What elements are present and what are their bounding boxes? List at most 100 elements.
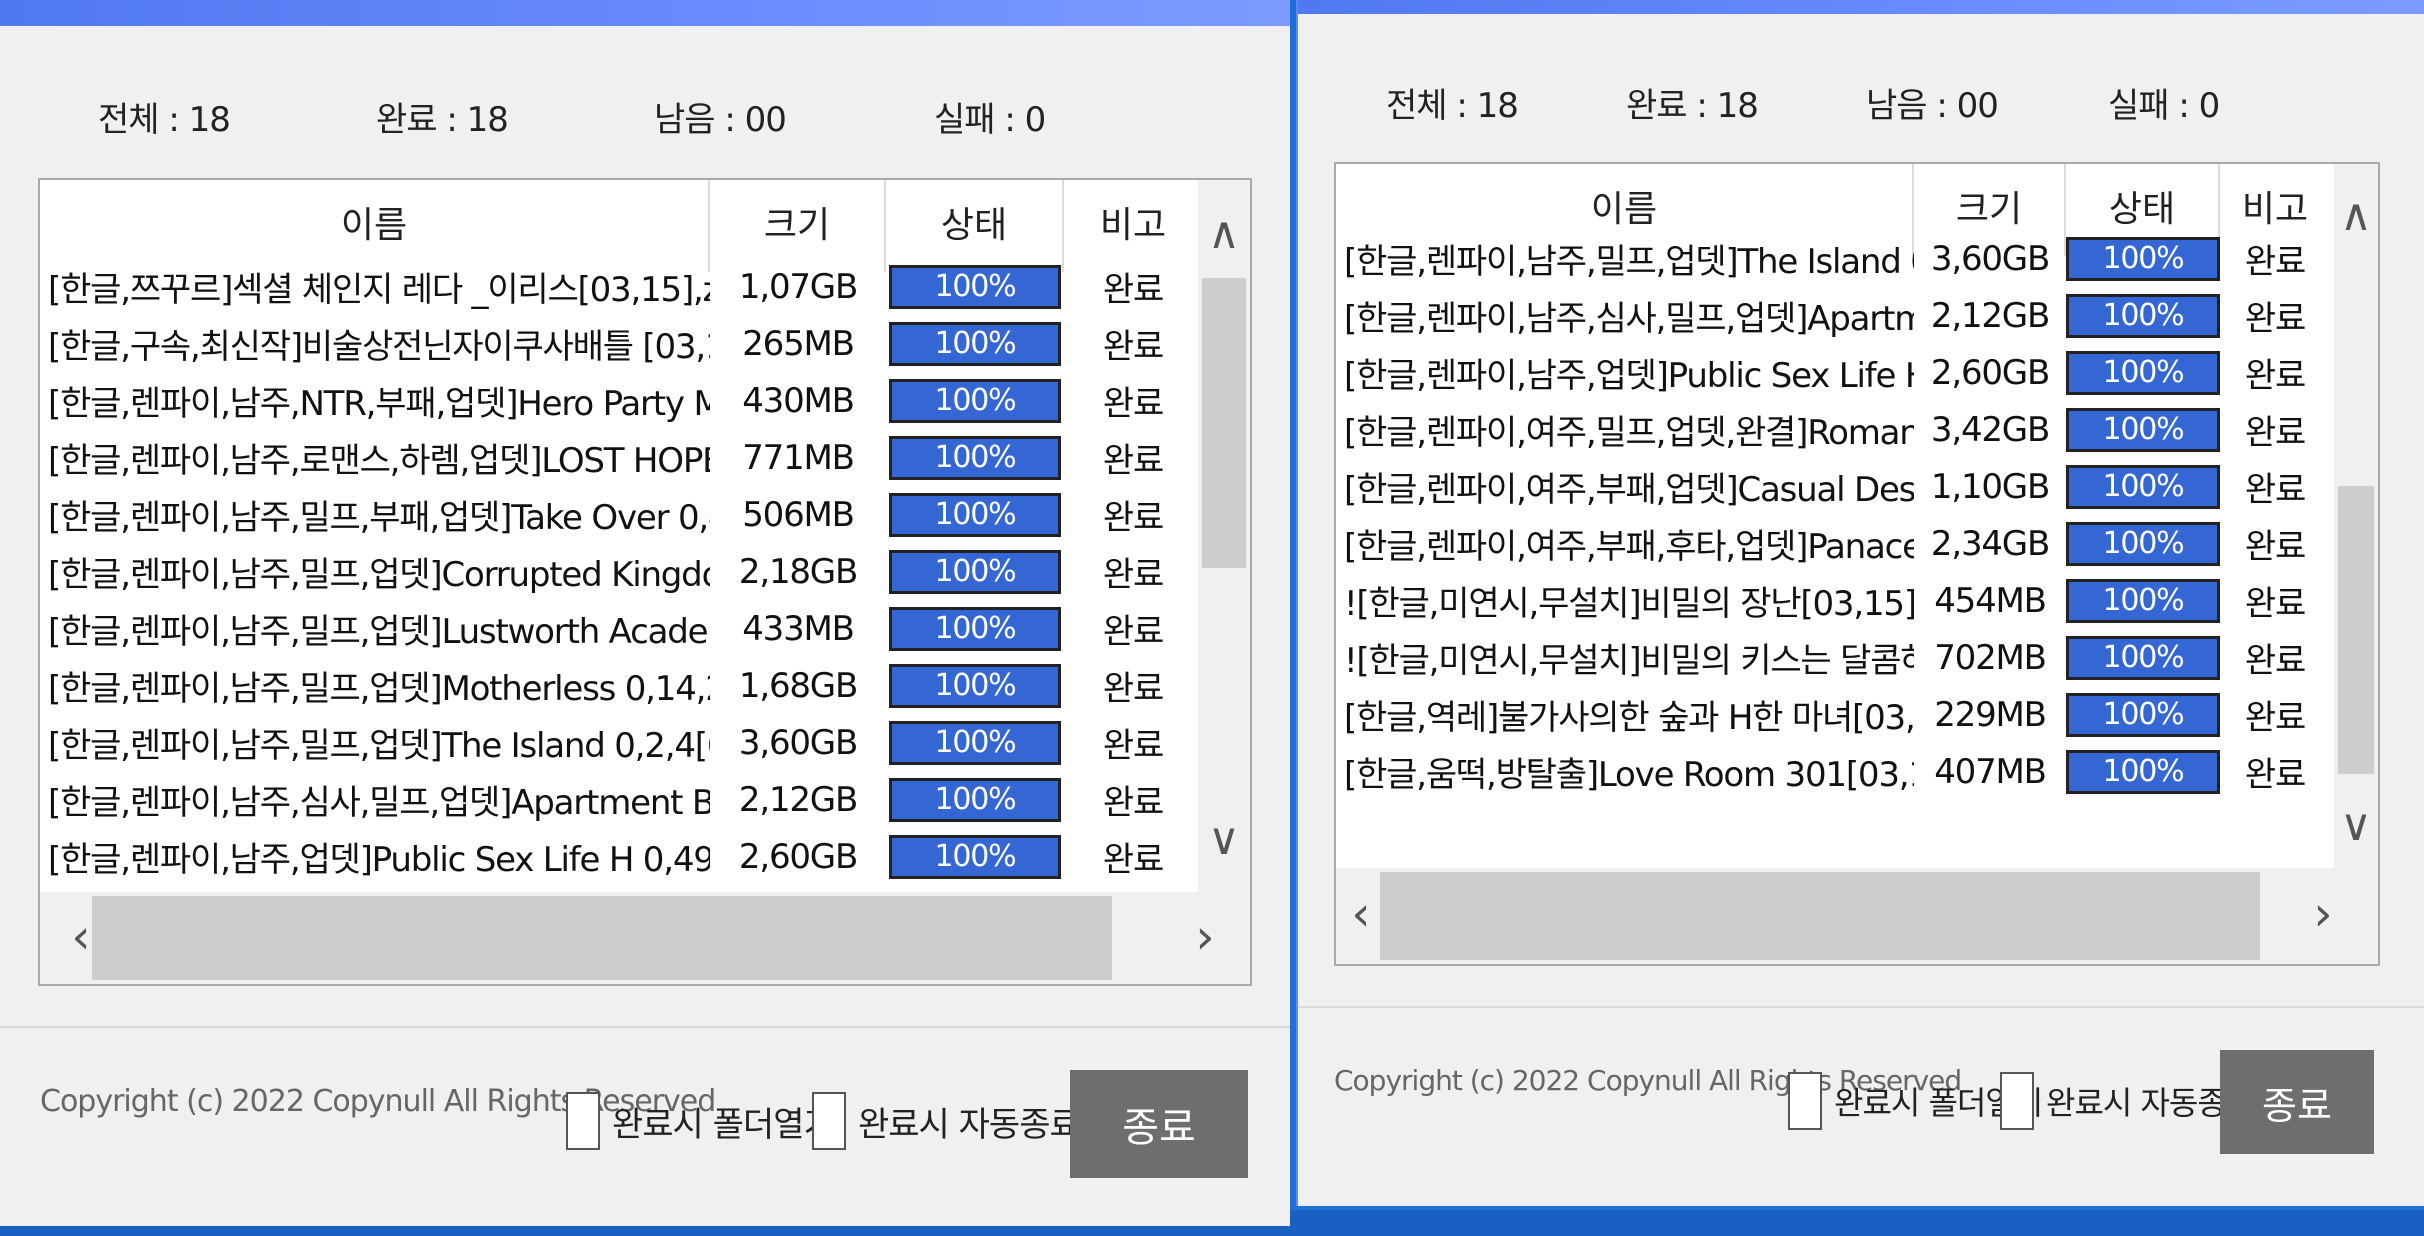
file-size: 3,60GB [738,722,858,763]
scroll-right-arrow-icon[interactable]: › [1180,892,1230,982]
file-size: 702MB [1934,637,2047,678]
progress-text: 100% [2102,240,2185,276]
stat-total: 전체 : 18 [1386,86,1519,126]
horizontal-scroll-thumb[interactable] [92,896,1112,980]
auto-exit-checkbox[interactable]: 완료시 자동종료 [2000,1072,2255,1130]
progress-bar: 100% [2066,692,2220,737]
file-size: 454MB [1934,580,2047,621]
horizontal-scroll-thumb[interactable] [1380,872,2260,960]
title-bar[interactable] [1298,0,2424,14]
table-row[interactable]: [한글,렌파이,여주,부패,후타,업뎃]Panacea 0,71[03,15],… [1336,515,2330,572]
table-row[interactable]: [한글,렌파이,남주,밀프,업뎃]Corrupted Kingdoms 0,13… [40,543,1202,600]
status-cell: 100% [886,606,1064,651]
stat-remaining: 남음 : 00 [654,100,787,140]
status-cell: 100% [886,264,1064,309]
scroll-right-arrow-icon[interactable]: › [2298,868,2348,960]
checkbox-box[interactable] [566,1092,600,1150]
table-row[interactable]: [한글,렌파이,남주,로맨스,하렘,업뎃]LOST HOPE 0,051[03,… [40,429,1202,486]
horizontal-scrollbar[interactable]: ‹ › [40,892,1250,984]
progress-bar: 100% [889,663,1061,708]
table-row[interactable]: [한글,움떡,방탈출]Love Room 301[03,15][강추 갓겜],z… [1336,743,2330,800]
note-cell: 완료 [2244,413,2306,453]
file-size: 506MB [742,494,855,535]
stat-done: 완료 : 18 [1626,86,1759,126]
progress-bar: 100% [889,492,1061,537]
file-size: 2,34GB [1930,523,2050,564]
exit-button[interactable]: 종료 [1070,1070,1248,1178]
table-row[interactable]: [한글,렌파이,남주,NTR,부패,업뎃]Hero Party Must Fal… [40,372,1202,429]
open-folder-checkbox[interactable]: 완료시 폴더열기 [566,1092,835,1150]
table-row[interactable]: [한글,렌파이,남주,밀프,업뎃]Lustworth Academy 0,2,1… [40,600,1202,657]
table-row[interactable]: [한글,렌파이,남주,밀프,업뎃]The Island 0,2,4[03,15]… [40,714,1202,771]
note-cell: 완료 [2244,527,2306,567]
stat-total: 전체 : 18 [98,100,231,140]
progress-bar: 100% [889,378,1061,423]
file-name: [한글,렌파이,남주,밀프,부패,업뎃]Take Over 0,47[03,15… [48,498,710,538]
note-cell: 완료 [2244,356,2306,396]
download-list[interactable]: 이름 크기 상태 비고 [한글,렌파이,남주,밀프,업뎃]The Island … [1334,162,2380,966]
note-cell: 완료 [1102,555,1164,595]
vertical-scroll-thumb[interactable] [2338,486,2374,774]
scroll-up-arrow-icon[interactable]: ∧ [2334,190,2378,242]
scroll-up-arrow-icon[interactable]: ∧ [1198,208,1250,260]
note-cell: 완료 [1102,669,1164,709]
progress-text: 100% [2102,411,2185,447]
table-row[interactable]: [한글,렌파이,남주,밀프,업뎃]Motherless 0,14,2,0[03,… [40,657,1202,714]
auto-exit-checkbox[interactable]: 완료시 자동종료 [812,1092,1081,1150]
table-row[interactable]: [한글,렌파이,남주,밀프,업뎃]The Island 0,2,4[03,15]… [1336,230,2330,287]
table-row[interactable]: [한글,렌파이,남주,업뎃]Public Sex Life H 0,49[03,… [40,828,1202,885]
progress-text: 100% [2102,639,2185,675]
horizontal-scrollbar[interactable]: ‹ › [1336,868,2378,964]
status-cell: 100% [2066,236,2220,281]
file-size: 2,60GB [738,836,858,877]
table-row[interactable]: [한글,렌파이,남주,밀프,부패,업뎃]Take Over 0,47[03,15… [40,486,1202,543]
checkbox-box[interactable] [1788,1072,1822,1130]
scroll-left-arrow-icon[interactable]: ‹ [1336,868,1386,960]
table-row[interactable]: [한글,쯔꾸르]섹셜 체인지 레다 _이리스[03,15],zip,ezc 1,0… [40,258,1202,315]
scroll-down-arrow-icon[interactable]: ∨ [2334,800,2378,852]
status-cell: 100% [2066,464,2220,509]
note-cell: 완료 [2244,584,2306,624]
status-cell: 100% [2066,692,2220,737]
open-folder-label: 완료시 폴더열기 [612,1104,835,1145]
table-row[interactable]: [한글,역레]불가사의한 숲과 H한 마녀[03,15],zip,ezc 229M… [1336,686,2330,743]
list-rows: [한글,쯔꾸르]섹셜 체인지 레다 _이리스[03,15],zip,ezc 1,0… [40,258,1202,885]
file-size: 1,10GB [1930,466,2050,507]
status-cell: 100% [886,378,1064,423]
file-size: 771MB [742,437,855,478]
file-size: 265MB [742,323,855,364]
table-row[interactable]: ![한글,미연시,무설치]비밀의 키스는 달콤하고 상냥하게[03,15],zi… [1336,629,2330,686]
file-name: [한글,렌파이,남주,심사,밀프,업뎃]Apartment Building 0… [48,783,710,823]
table-row[interactable]: [한글,렌파이,남주,업뎃]Public Sex Life H 0,49[03,… [1336,344,2330,401]
vertical-scrollbar[interactable]: ∧ ∨ [2334,164,2378,868]
file-name: [한글,구속,최신작]비술상전닌자이쿠사배틀 [03,15],zip,ezc [48,327,710,367]
note-cell: 완료 [1102,441,1164,481]
checkbox-box[interactable] [2000,1072,2034,1130]
progress-text: 100% [2102,582,2185,618]
title-bar[interactable] [0,0,1290,26]
note-cell: 완료 [1102,840,1164,880]
exit-button[interactable]: 종료 [2220,1050,2374,1154]
file-name: [한글,렌파이,남주,밀프,업뎃]Motherless 0,14,2,0[03,… [48,669,710,709]
scroll-down-arrow-icon[interactable]: ∨ [1198,814,1250,866]
file-name: [한글,쯔꾸르]섹셜 체인지 레다 _이리스[03,15],zip,ezc [48,270,710,310]
progress-bar: 100% [2066,407,2220,452]
table-row[interactable]: [한글,렌파이,여주,밀프,업뎃,완결]Romancing the Kingdo… [1336,401,2330,458]
table-row[interactable]: [한글,구속,최신작]비술상전닌자이쿠사배틀 [03,15],zip,ezc 26… [40,315,1202,372]
progress-text: 100% [934,439,1017,475]
table-row[interactable]: [한글,렌파이,남주,심사,밀프,업뎃]Apartment Building 0… [40,771,1202,828]
progress-bar: 100% [2066,350,2220,395]
file-name: [한글,렌파이,남주,심사,밀프,업뎃]Apartment Building 0… [1344,299,1914,339]
progress-text: 100% [2102,297,2185,333]
note-cell: 완료 [1102,327,1164,367]
vertical-scrollbar[interactable]: ∧ ∨ [1198,180,1250,892]
download-list[interactable]: 이름 크기 상태 비고 [한글,쯔꾸르]섹셜 체인지 레다 _이리스[03,15… [38,178,1252,986]
progress-bar: 100% [889,549,1061,594]
table-row[interactable]: [한글,렌파이,여주,부패,업뎃]Casual Desires 0,12c[03… [1336,458,2330,515]
table-row[interactable]: [한글,렌파이,남주,심사,밀프,업뎃]Apartment Building 0… [1336,287,2330,344]
table-row[interactable]: ![한글,미연시,무설치]비밀의 장난[03,15],zip,ezc 454MB 1… [1336,572,2330,629]
file-name: [한글,렌파이,남주,업뎃]Public Sex Life H 0,49[03,… [48,840,710,880]
stat-done: 완료 : 18 [376,100,509,140]
checkbox-box[interactable] [812,1092,846,1150]
vertical-scroll-thumb[interactable] [1202,278,1246,568]
